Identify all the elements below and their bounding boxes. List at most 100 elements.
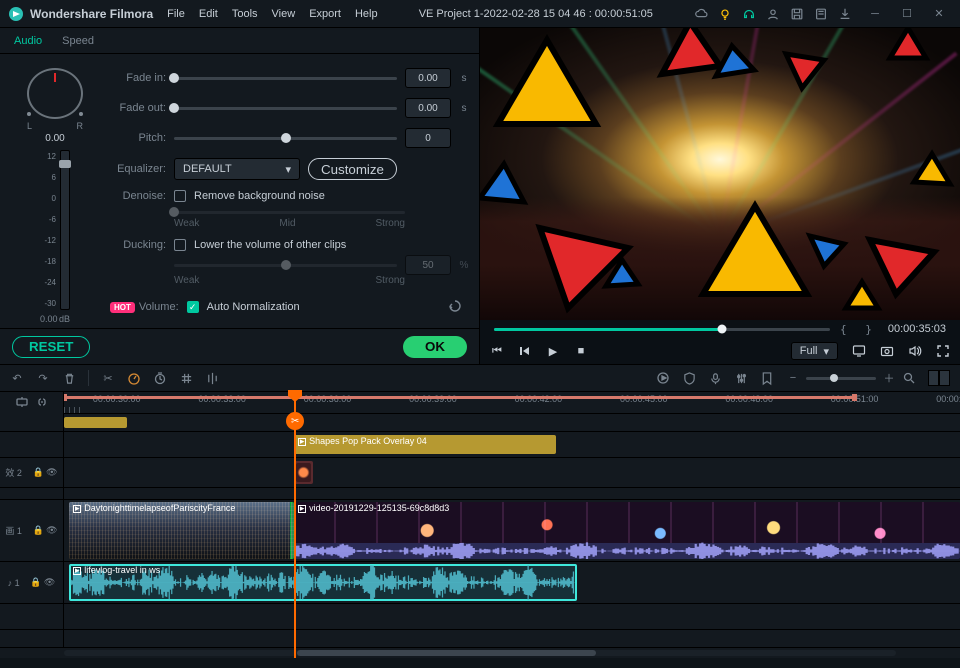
pitch-value[interactable]: 0 (405, 128, 451, 148)
quality-select[interactable]: Full▾ (791, 342, 838, 360)
volume-icon[interactable] (908, 344, 922, 358)
close-button[interactable]: ✕ (926, 5, 952, 23)
denoise-slider (174, 206, 405, 218)
lane-video-1[interactable]: ▸DaytonighttimelapseofPariscityFrance▸vi… (64, 500, 960, 561)
play-button[interactable]: ▶ (546, 344, 560, 358)
prev-frame-button[interactable]: ⏮ (490, 344, 504, 358)
split-icon[interactable]: ✂ (101, 371, 115, 385)
clip[interactable] (64, 417, 127, 428)
clip[interactable]: ▸video-20191229-125135-69c8d8d3 (294, 502, 960, 559)
fade-in-label: Fade in: (110, 72, 166, 84)
clip[interactable] (294, 461, 313, 484)
menu-export[interactable]: Export (309, 8, 341, 20)
hot-badge: HOT (110, 302, 135, 313)
fade-in-value[interactable]: 0.00 (405, 68, 451, 88)
track-header-a1[interactable]: ♪ 1 🔒 👁 (0, 562, 64, 603)
bulb-icon[interactable] (718, 7, 732, 21)
fade-out-value[interactable]: 0.00 (405, 98, 451, 118)
undo-icon[interactable]: ↶ (10, 371, 24, 385)
preview-viewport[interactable] (480, 28, 960, 320)
track-header-t2[interactable]: 效 2 🔒 👁 (0, 458, 64, 487)
timer-icon[interactable] (153, 371, 167, 385)
audio-adjust-icon[interactable] (205, 371, 219, 385)
delete-icon[interactable] (62, 371, 76, 385)
fade-out-slider[interactable] (174, 102, 397, 114)
download-icon[interactable] (838, 7, 852, 21)
auto-norm-label: Auto Normalization (207, 301, 300, 313)
menu-tools[interactable]: Tools (232, 8, 258, 20)
track-header-v1[interactable]: 画 1 🔒 👁 (0, 500, 64, 561)
menu-file[interactable]: File (167, 8, 185, 20)
maximize-button[interactable]: ☐ (894, 5, 920, 23)
project-title: VE Project 1-2022-02-28 15 04 46 : 00:00… (378, 8, 694, 20)
inspector-tabs: Audio Speed (0, 28, 479, 54)
ruler-label: 00:00:54:00 (936, 394, 960, 404)
marker-icon[interactable] (760, 371, 774, 385)
lane-t2[interactable] (64, 458, 960, 487)
titlebar: Wondershare Filmora File Edit Tools View… (0, 0, 960, 28)
link-icon[interactable] (36, 396, 48, 411)
zoom-out-icon[interactable]: − (786, 371, 800, 385)
time-ruler[interactable]: 00:00:30:0000:00:33:0000:00:36:0000:00:3… (64, 392, 960, 414)
zoom-control: − ＋ (786, 371, 916, 385)
snapshot-icon[interactable] (880, 344, 894, 358)
support-icon[interactable] (742, 7, 756, 21)
zoom-fit-icon[interactable] (902, 371, 916, 385)
volume-meter[interactable] (60, 150, 70, 310)
playhead[interactable]: ✂ (294, 392, 296, 658)
mic-icon[interactable] (708, 371, 722, 385)
minimize-button[interactable]: ─ (862, 5, 888, 23)
lane-overlay[interactable]: ▸Shapes Pop Pack Overlay 04 (64, 432, 960, 457)
menu-edit[interactable]: Edit (199, 8, 218, 20)
transport-bar: ⏮ ▶ ■ Full▾ (480, 338, 960, 364)
tab-speed[interactable]: Speed (62, 35, 94, 47)
preview-seekbar[interactable]: { } 00:00:35:03 (480, 320, 960, 338)
menu-view[interactable]: View (272, 8, 296, 20)
timeline-scrollbar[interactable] (0, 648, 960, 658)
notes-icon[interactable] (814, 7, 828, 21)
meter-unit: dB (59, 314, 70, 324)
equalizer-select[interactable]: DEFAULT▾ (174, 158, 300, 180)
clip[interactable]: ▸lifevlog-travel in ws (69, 564, 577, 601)
zoom-slider[interactable] (806, 377, 876, 380)
customize-button[interactable]: Customize (308, 158, 397, 180)
lane-audio-1[interactable]: ▸lifevlog-travel in ws (64, 562, 960, 603)
ducking-checkbox[interactable] (174, 239, 186, 251)
fade-out-label: Fade out: (110, 102, 166, 114)
equalizer-label: Equalizer: (110, 163, 166, 175)
menu-help[interactable]: Help (355, 8, 378, 20)
balance-column: LR 0.00 1260-6-12-18-24-30 0.00dB (10, 62, 100, 324)
fullscreen-icon[interactable] (936, 344, 950, 358)
ducking-label: Ducking: (110, 239, 166, 251)
shield-icon[interactable] (682, 371, 696, 385)
lane-fx[interactable] (64, 414, 960, 431)
fade-in-slider[interactable] (174, 72, 397, 84)
speed-icon[interactable] (127, 371, 141, 385)
ok-button[interactable]: OK (403, 336, 467, 358)
timeline-toolbar: ↶ ↷ ✂ − ＋ (0, 364, 960, 392)
track-add-icon[interactable] (16, 396, 28, 411)
zoom-in-icon[interactable]: ＋ (882, 371, 896, 385)
account-icon[interactable] (766, 7, 780, 21)
stop-button[interactable]: ■ (574, 344, 588, 358)
clip[interactable]: ▸Shapes Pop Pack Overlay 04 (294, 435, 556, 454)
revert-icon[interactable] (447, 298, 465, 316)
step-back-button[interactable] (518, 344, 532, 358)
save-icon[interactable] (790, 7, 804, 21)
auto-norm-checkbox[interactable]: ✓ (187, 301, 199, 313)
render-icon[interactable] (656, 371, 670, 385)
mixer-icon[interactable] (734, 371, 748, 385)
cloud-icon[interactable] (694, 7, 708, 21)
pitch-slider[interactable] (174, 132, 397, 144)
crop-icon[interactable] (179, 371, 193, 385)
denoise-checkbox[interactable] (174, 190, 186, 202)
meter-value: 0.00 (40, 314, 58, 324)
monitor-icon[interactable] (852, 344, 866, 358)
reset-button[interactable]: RESET (12, 336, 90, 358)
balance-knob[interactable] (27, 68, 83, 119)
layout-toggle[interactable] (928, 370, 950, 386)
denoise-check-label: Remove background noise (194, 190, 325, 202)
tab-audio[interactable]: Audio (14, 35, 42, 47)
redo-icon[interactable]: ↷ (36, 371, 50, 385)
clip[interactable]: ▸DaytonighttimelapseofPariscityFrance (69, 502, 294, 559)
